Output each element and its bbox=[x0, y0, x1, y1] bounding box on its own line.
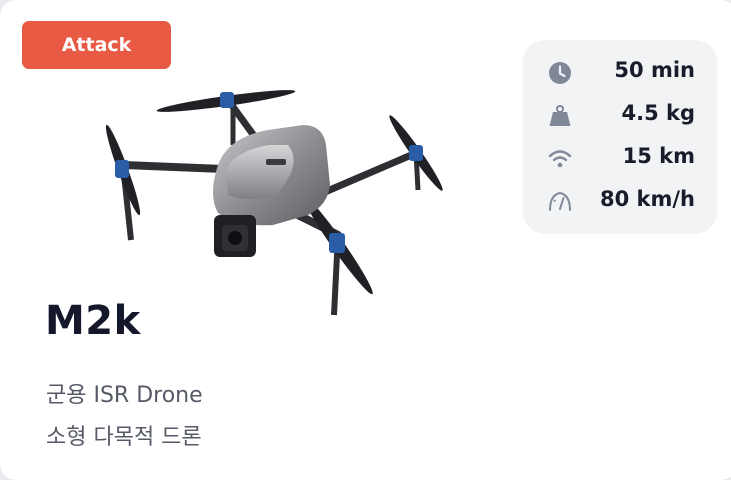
spec-row-flight-time: 50 min bbox=[523, 52, 717, 92]
category-badge[interactable]: Attack bbox=[22, 21, 171, 69]
speedometer-icon bbox=[549, 191, 571, 211]
product-description-line-1: 군용 ISR Drone bbox=[46, 383, 203, 408]
spec-row-speed: 80 km/h bbox=[523, 181, 717, 221]
product-description-line-2: 소형 다목적 드론 bbox=[46, 425, 202, 450]
clock-icon bbox=[549, 62, 571, 84]
spec-value-flight-time: 50 min bbox=[614, 58, 695, 82]
spec-value-range: 15 km bbox=[622, 144, 695, 168]
spec-panel: 50 min 4.5 kg 15 km 80 km/h bbox=[523, 40, 717, 234]
spec-value-speed: 80 km/h bbox=[599, 187, 695, 211]
drone-image bbox=[105, 90, 443, 316]
product-card[interactable]: Attack 50 min 4.5 kg 15 km 80 km/h M2k 군… bbox=[0, 0, 731, 480]
category-badge-label: Attack bbox=[61, 34, 132, 56]
weight-icon bbox=[549, 105, 571, 126]
spec-value-weight: 4.5 kg bbox=[621, 101, 695, 125]
spec-row-weight: 4.5 kg bbox=[523, 95, 717, 135]
product-name: M2k bbox=[45, 298, 141, 344]
spec-row-range: 15 km bbox=[523, 138, 717, 178]
signal-icon bbox=[548, 150, 572, 168]
